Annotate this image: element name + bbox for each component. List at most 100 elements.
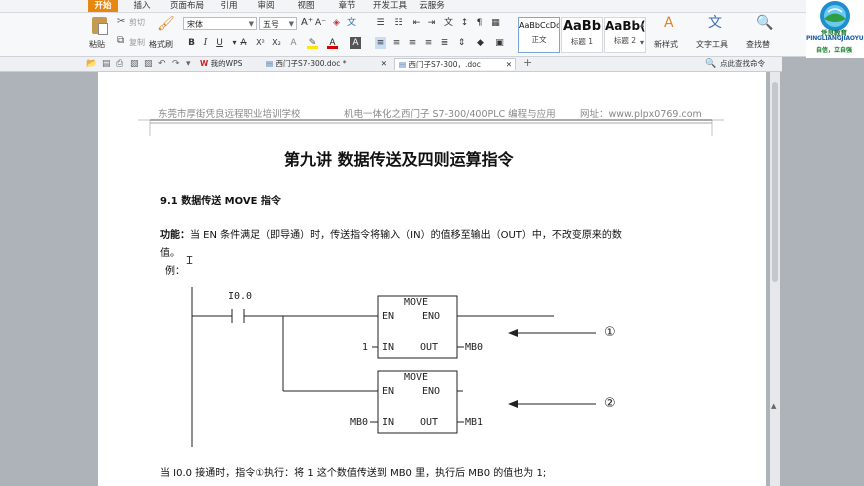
chevron-up-icon[interactable]: ▲ bbox=[771, 402, 776, 410]
function-text-cont: 值。 bbox=[160, 248, 180, 259]
font-name-value: 宋体 bbox=[187, 20, 203, 29]
tab-document-2[interactable]: ▤ 西门子S7-300，.doc ✕ bbox=[394, 58, 516, 70]
styles-scroll-up-icon[interactable]: ▴ bbox=[640, 19, 644, 31]
underline-icon[interactable]: U bbox=[214, 37, 225, 49]
arrow-left-icon bbox=[508, 329, 518, 337]
chinese-layout-icon[interactable]: 文 bbox=[443, 17, 454, 29]
save-icon[interactable]: ▤ bbox=[102, 59, 111, 69]
char-shading-icon[interactable]: A bbox=[350, 37, 361, 49]
indent-icon[interactable]: ⇥ bbox=[426, 17, 437, 29]
superscript-icon[interactable]: X² bbox=[255, 37, 266, 49]
table-icon[interactable]: ▦ bbox=[490, 17, 501, 29]
numbered-list-icon[interactable]: ☷ bbox=[393, 17, 404, 29]
export-pdf-icon[interactable]: ▨ bbox=[144, 59, 153, 69]
document-page[interactable]: 东莞市厚街凭良远程职业培训学校 机电一体化之西门子 S7-300/400PLC … bbox=[98, 72, 766, 486]
font-color-icon[interactable]: A bbox=[327, 37, 338, 49]
move2-out-value: MB1 bbox=[465, 417, 484, 428]
print-preview-icon[interactable]: ▧ bbox=[130, 59, 139, 69]
new-style-button[interactable]: A 新样式 bbox=[652, 15, 688, 53]
logo-line-2: PINGLIANGJIAOYU bbox=[806, 35, 864, 42]
style-heading1[interactable]: AaBb 标题 1 bbox=[561, 17, 603, 53]
strikethrough-icon[interactable]: A bbox=[238, 37, 249, 49]
redo-icon[interactable]: ↷ bbox=[172, 59, 180, 69]
contact-label: I0.0 bbox=[228, 291, 253, 302]
document-tab-bar: 📂 ▤ ⎙ ▧ ▨ ↶ ↷ ▾ W 我的WPS ▤ 西门子S7-300.doc … bbox=[0, 57, 782, 72]
line-spacing-icon[interactable]: ⇕ bbox=[456, 37, 467, 49]
move2-title: MOVE bbox=[404, 372, 429, 383]
subscript-icon[interactable]: X₂ bbox=[271, 37, 282, 49]
wps-icon: W bbox=[200, 59, 209, 68]
tab-developer[interactable]: 开发工具 bbox=[370, 0, 410, 12]
outdent-icon[interactable]: ⇤ bbox=[411, 17, 422, 29]
distribute-icon[interactable]: ≣ bbox=[439, 37, 450, 49]
sort-icon[interactable]: ↕ bbox=[459, 17, 470, 29]
text-effect-icon[interactable]: A bbox=[288, 37, 299, 49]
tab-chapter[interactable]: 章节 bbox=[333, 0, 361, 12]
school-logo: 凭良教育 PINGLIANGJIAOYU 自信，立自强 bbox=[806, 0, 864, 58]
font-name-select[interactable]: 宋体 ▼ bbox=[183, 17, 257, 30]
bullet-list-icon[interactable]: ☰ bbox=[375, 17, 386, 29]
tab-cloud[interactable]: 云服务 bbox=[416, 0, 448, 12]
undo-icon[interactable]: ↶ bbox=[158, 59, 166, 69]
show-marks-icon[interactable]: ¶ bbox=[474, 17, 485, 29]
bottom-paragraph: 当 I0.0 接通时，指令①执行：将 1 这个数值传送到 MB0 里，执行后 M… bbox=[160, 468, 547, 479]
text-tools-icon: 文 bbox=[708, 15, 722, 31]
style-normal-name: 正文 bbox=[531, 35, 547, 44]
tab-review[interactable]: 审阅 bbox=[252, 0, 280, 12]
border-icon[interactable]: ▣ bbox=[494, 37, 505, 49]
tab-document-1-label: 西门子S7-300.doc * bbox=[275, 59, 347, 68]
grow-font-icon[interactable]: A⁺ bbox=[301, 17, 313, 29]
search-icon[interactable]: 🔍 bbox=[705, 59, 716, 69]
phonetic-icon[interactable]: 文 bbox=[346, 17, 357, 29]
function-text: 当 EN 条件满足（即导通）时，传送指令将输入（IN）的值移至输出（OUT）中，… bbox=[190, 230, 622, 241]
font-size-value: 五号 bbox=[263, 20, 279, 29]
copy-icon[interactable]: ⧉ bbox=[117, 35, 124, 47]
new-tab-icon[interactable]: + bbox=[523, 57, 532, 68]
move2-en: EN bbox=[382, 386, 395, 397]
vertical-scrollbar[interactable]: ▲ bbox=[770, 72, 780, 486]
justify-icon[interactable]: ≡ bbox=[423, 37, 434, 49]
font-size-select[interactable]: 五号 ▼ bbox=[259, 17, 297, 30]
header-rule bbox=[138, 119, 724, 136]
tab-references[interactable]: 引用 bbox=[215, 0, 243, 12]
command-search[interactable]: 点此查找命令 bbox=[720, 58, 782, 70]
move1-in-value: 1 bbox=[362, 342, 369, 353]
ribbon: 粘贴 ✂ 剪切 ⧉ 复制 🖌 格式刷 宋体 ▼ 五号 ▼ A⁺ A⁻ ◈ 文 B I… bbox=[0, 13, 806, 57]
section-heading: 9.1 数据传送 MOVE 指令 bbox=[160, 196, 281, 207]
logo-line-3: 自信，立自强 bbox=[816, 47, 853, 54]
highlight-icon[interactable]: ✎ bbox=[307, 37, 318, 49]
marker-2: ② bbox=[604, 396, 616, 411]
styles-more-icon[interactable]: ▾ bbox=[640, 37, 644, 49]
shrink-font-icon[interactable]: A⁻ bbox=[315, 17, 326, 29]
tab-my-wps[interactable]: W 我的WPS bbox=[196, 58, 258, 70]
text-tools-button[interactable]: 文 文字工具 bbox=[694, 15, 736, 53]
move2-in: IN bbox=[382, 417, 395, 428]
scroll-thumb[interactable] bbox=[772, 82, 778, 282]
tab-page-layout[interactable]: 页面布局 bbox=[166, 0, 208, 12]
cut-label[interactable]: 剪切 bbox=[129, 17, 145, 28]
close-icon[interactable]: ✕ bbox=[506, 59, 512, 71]
print-icon[interactable]: ⎙ bbox=[116, 59, 123, 69]
open-folder-icon[interactable]: 📂 bbox=[86, 59, 97, 69]
function-paragraph: 功能：当 EN 条件满足（即导通）时，传送指令将输入（IN）的值移至输出（OUT… bbox=[160, 226, 622, 241]
align-left-icon[interactable]: ≡ bbox=[375, 37, 386, 49]
shading-icon[interactable]: ◆ bbox=[475, 37, 486, 49]
find-replace-button[interactable]: 🔍 查找替 bbox=[744, 15, 780, 53]
paste-button[interactable]: 粘贴 bbox=[88, 15, 112, 53]
align-center-icon[interactable]: ≡ bbox=[391, 37, 402, 49]
tab-insert[interactable]: 插入 bbox=[127, 0, 157, 12]
close-icon[interactable]: ✕ bbox=[381, 58, 387, 70]
tab-home[interactable]: 开始 bbox=[88, 0, 118, 12]
format-painter-button[interactable]: 🖌 格式刷 bbox=[149, 15, 177, 53]
style-heading2-sample: AaBb( bbox=[605, 19, 645, 33]
scissors-icon[interactable]: ✂ bbox=[117, 16, 125, 28]
tab-view[interactable]: 视图 bbox=[292, 0, 320, 12]
clear-format-icon[interactable]: ◈ bbox=[331, 17, 342, 29]
style-normal[interactable]: AaBbCcDd 正文 bbox=[518, 17, 560, 53]
chevron-down-icon[interactable]: ▾ bbox=[186, 59, 191, 69]
tab-document-1[interactable]: ▤ 西门子S7-300.doc * ✕ bbox=[262, 58, 390, 70]
copy-label[interactable]: 复制 bbox=[129, 37, 145, 48]
italic-icon[interactable]: I bbox=[200, 37, 211, 49]
bold-icon[interactable]: B bbox=[186, 37, 197, 49]
align-right-icon[interactable]: ≡ bbox=[407, 37, 418, 49]
